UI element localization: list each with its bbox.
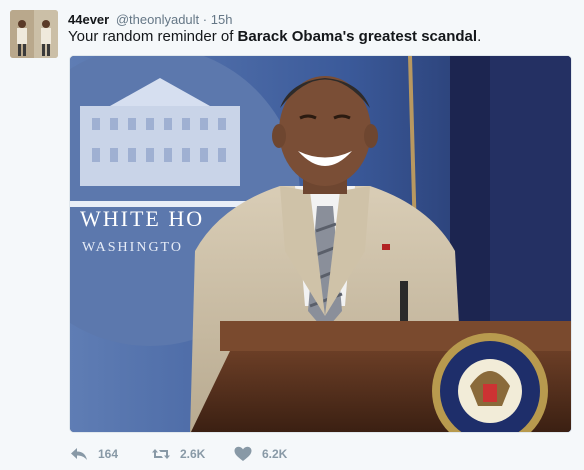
tweet-text-bold: Barack Obama's greatest scandal	[237, 28, 478, 45]
like-count: 6.2K	[262, 447, 288, 461]
sign-text-line1: WHITE HO	[80, 206, 204, 231]
avatar-image	[10, 10, 58, 58]
tweet-media-photo[interactable]: WHITE HO WASHINGTO	[69, 55, 572, 433]
reply-button[interactable]: 164	[70, 446, 152, 462]
avatar[interactable]	[10, 10, 58, 58]
tweet-actions: 164 2.6K 6.2K	[70, 444, 287, 464]
heart-icon	[234, 446, 252, 461]
tweet-timestamp[interactable]: 15h	[211, 12, 233, 27]
tweet-username[interactable]: @theonlyadult	[116, 12, 199, 27]
photo-illustration: WHITE HO WASHINGTO	[70, 56, 571, 432]
retweet-button[interactable]: 2.6K	[152, 446, 234, 462]
tweet-header: 44ever @theonlyadult · 15h	[68, 11, 232, 28]
sign-text-line2: WASHINGTO	[82, 240, 183, 255]
reply-count: 164	[98, 447, 119, 461]
like-button[interactable]: 6.2K	[234, 446, 287, 462]
tweet: 44ever @theonlyadult · 15h Your random r…	[0, 0, 584, 470]
tweet-fullname[interactable]: 44ever	[68, 12, 109, 27]
retweet-icon	[152, 449, 170, 459]
tweet-text-end: .	[477, 28, 482, 45]
reply-icon	[71, 448, 87, 460]
tweet-text: Your random reminder of Barack Obama's g…	[68, 27, 481, 47]
retweet-count: 2.6K	[180, 447, 206, 461]
header-separator: ·	[202, 12, 208, 27]
tweet-text-start: Your random reminder of	[68, 28, 238, 45]
